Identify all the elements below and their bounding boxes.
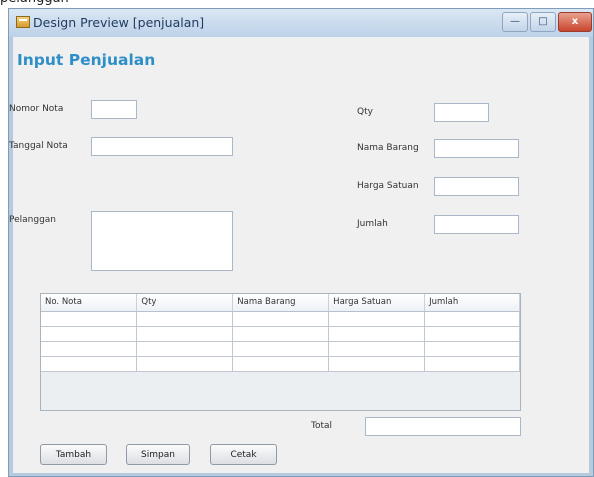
table-row[interactable]	[41, 311, 520, 327]
column-header-no-nota[interactable]: No. Nota	[41, 294, 138, 312]
table-cell[interactable]	[328, 326, 426, 342]
cetak-button[interactable]: Cetak	[210, 444, 277, 465]
table-cell[interactable]	[136, 326, 234, 342]
maximize-button[interactable]: □	[530, 12, 556, 32]
table-cell[interactable]	[328, 341, 426, 357]
window-title: Design Preview [penjualan]	[33, 15, 205, 30]
total-label: Total	[311, 421, 333, 431]
table-cell[interactable]	[136, 341, 234, 357]
items-table[interactable]: No. Nota Qty Nama Barang Harga Satuan Ju…	[40, 293, 521, 411]
nama-barang-label: Nama Barang	[357, 143, 419, 153]
jumlah-label: Jumlah	[357, 219, 388, 229]
table-cell[interactable]	[328, 311, 426, 327]
pelanggan-textarea[interactable]	[91, 211, 233, 271]
column-header-qty[interactable]: Qty	[136, 294, 234, 312]
simpan-button[interactable]: Simpan	[126, 444, 190, 465]
table-row[interactable]	[41, 356, 520, 372]
column-header-nama-barang[interactable]: Nama Barang	[232, 294, 330, 312]
qty-label: Qty	[357, 107, 373, 117]
table-cell[interactable]	[232, 311, 330, 327]
table-cell[interactable]	[424, 326, 520, 342]
tambah-button[interactable]: Tambah	[40, 444, 107, 465]
table-row[interactable]	[41, 341, 520, 357]
app-icon	[16, 16, 30, 28]
clipped-text: pelanggan	[0, 0, 69, 6]
table-cell[interactable]	[328, 356, 426, 372]
table-cell[interactable]	[232, 326, 330, 342]
close-button[interactable]: x	[558, 12, 592, 32]
nama-barang-input[interactable]	[434, 139, 519, 158]
total-input[interactable]	[365, 417, 521, 436]
table-cell[interactable]	[136, 311, 234, 327]
table-row[interactable]	[41, 326, 520, 342]
form-panel: Input Penjualan Nomor Nota Tanggal Nota …	[9, 37, 589, 473]
nomor-nota-label: Nomor Nota	[9, 104, 64, 114]
table-cell[interactable]	[424, 356, 520, 372]
nomor-nota-input[interactable]	[91, 100, 137, 119]
table-cell[interactable]	[41, 341, 138, 357]
minimize-button[interactable]: —	[502, 12, 528, 32]
pelanggan-label: Pelanggan	[9, 215, 57, 225]
tanggal-nota-input[interactable]	[91, 137, 233, 156]
table-cell[interactable]	[136, 356, 234, 372]
qty-input[interactable]	[434, 103, 489, 122]
column-header-harga-satuan[interactable]: Harga Satuan	[328, 294, 426, 312]
table-cell[interactable]	[41, 326, 138, 342]
table-cell[interactable]	[41, 311, 138, 327]
top-clipped-text-strip: pelanggan	[0, 0, 594, 8]
table-cell[interactable]	[232, 341, 330, 357]
design-preview-window: Design Preview [penjualan] — □ x Input P…	[8, 8, 594, 477]
table-header-row: No. Nota Qty Nama Barang Harga Satuan Ju…	[41, 294, 520, 312]
jumlah-input[interactable]	[434, 215, 519, 234]
table-cell[interactable]	[424, 341, 520, 357]
table-cell[interactable]	[232, 356, 330, 372]
tanggal-nota-label: Tanggal Nota	[9, 141, 68, 151]
harga-satuan-label: Harga Satuan	[357, 181, 419, 191]
title-bar[interactable]: Design Preview [penjualan] — □ x	[9, 9, 593, 37]
page-title: Input Penjualan	[17, 51, 156, 69]
table-cell[interactable]	[424, 311, 520, 327]
table-cell[interactable]	[41, 356, 138, 372]
harga-satuan-input[interactable]	[434, 177, 519, 196]
column-header-jumlah[interactable]: Jumlah	[424, 294, 520, 312]
